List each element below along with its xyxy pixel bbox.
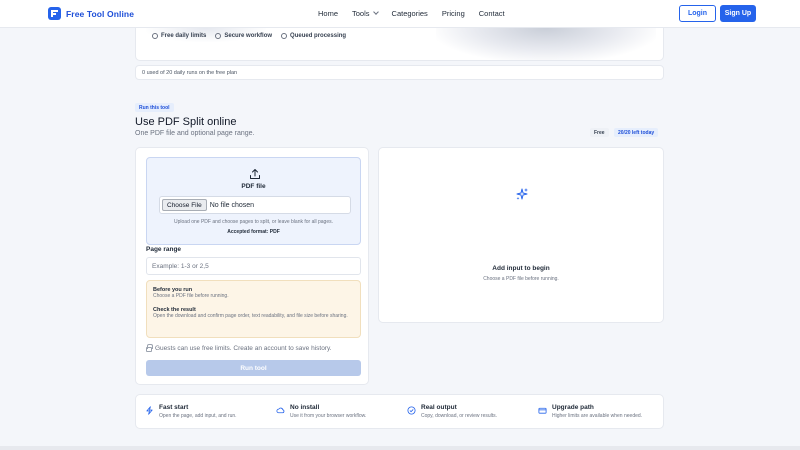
benefit-text: Higher limits are available when needed. xyxy=(552,413,643,419)
sparkles-icon xyxy=(516,188,528,200)
tip-text: Open the download and confirm page order… xyxy=(153,312,348,319)
benefit-text: Copy, download, or review results. xyxy=(421,413,498,419)
brand-mark-icon xyxy=(48,7,61,20)
chevron-down-icon xyxy=(372,9,379,15)
feature-item: Queued processing xyxy=(281,33,346,39)
signup-button[interactable]: Sign Up xyxy=(720,5,756,22)
upload-icon xyxy=(250,169,260,179)
benefit-title: No install xyxy=(290,404,320,411)
output-card: Add input to begin Choose a PDF file bef… xyxy=(378,147,664,323)
nav-item-contact[interactable]: Contact xyxy=(479,9,505,18)
top-nav: Free Tool Online Home Tools Categories P… xyxy=(0,0,800,28)
plan-badge: Free xyxy=(590,128,609,137)
feature-label: Free daily limits xyxy=(161,33,207,39)
file-dropzone[interactable]: PDF file Choose File No file chosen Uplo… xyxy=(146,157,361,245)
brand-name: Free Tool Online xyxy=(66,8,135,19)
page-title: Use PDF Split online xyxy=(135,116,237,128)
cloud-icon xyxy=(276,407,285,414)
lightning-icon xyxy=(146,406,153,415)
page-subtitle: One PDF file and optional page range. xyxy=(135,130,255,137)
choose-file-button[interactable]: Choose File xyxy=(162,199,207,211)
file-field-label: PDF file xyxy=(241,183,266,190)
remaining-badge: 20/20 left today xyxy=(614,128,659,137)
feature-item: Secure workflow xyxy=(215,33,272,39)
feature-item: Free daily limits xyxy=(152,33,206,39)
benefit-title: Upgrade path xyxy=(552,404,594,411)
main-menu: Home Tools Categories Pricing Contact xyxy=(318,9,519,18)
feature-label: Secure workflow xyxy=(224,33,273,39)
login-button[interactable]: Login xyxy=(679,5,716,22)
guest-notice: Guests can use free limits. Create an ac… xyxy=(146,344,332,352)
run-tool-button[interactable]: Run tool xyxy=(146,360,361,376)
brand-logo[interactable]: Free Tool Online xyxy=(48,7,134,20)
benefit-title: Real output xyxy=(421,404,457,411)
check-circle-icon xyxy=(407,406,416,415)
benefit-text: Use it from your browser workflow. xyxy=(290,413,367,419)
benefit-item: No install Use it from your browser workf… xyxy=(276,404,366,419)
empty-state-text: Choose a PDF file before running. xyxy=(483,276,559,282)
shield-icon xyxy=(215,33,222,39)
benefit-item: Upgrade path Higher limits are available … xyxy=(538,404,642,419)
file-status: No file chosen xyxy=(209,201,255,209)
footer-edge xyxy=(0,446,800,450)
nav-item-tools-label: Tools xyxy=(352,9,370,18)
nav-item-home[interactable]: Home xyxy=(318,9,338,18)
input-card: PDF file Choose File No file chosen Uplo… xyxy=(135,147,369,385)
guest-notice-text: Guests can use free limits. Create an ac… xyxy=(155,345,332,352)
benefit-item: Real output Copy, download, or review res… xyxy=(407,404,497,419)
nav-item-tools[interactable]: Tools xyxy=(352,9,379,18)
card-icon xyxy=(538,407,547,414)
clock-icon xyxy=(281,33,288,39)
lock-icon xyxy=(146,344,153,352)
benefit-title: Fast start xyxy=(159,404,189,411)
file-format-text: Accepted format: PDF xyxy=(227,229,280,235)
usage-bar: 0 used of 20 daily runs on the free plan xyxy=(135,65,664,80)
empty-state-title: Add input to begin xyxy=(492,265,550,272)
benefit-text: Open the page, add input, and run. xyxy=(159,413,237,419)
hero-features: Free daily limits Secure workflow Queued… xyxy=(152,33,346,39)
file-input[interactable]: Choose File No file chosen xyxy=(159,196,351,214)
page-range-label: Page range xyxy=(146,246,182,253)
hero-panel: Free daily limits Secure workflow Queued… xyxy=(135,28,664,61)
file-help-text: Upload one PDF and choose pages to split… xyxy=(174,219,333,225)
nav-item-pricing[interactable]: Pricing xyxy=(442,9,465,18)
run-tool-badge: Run this tool xyxy=(135,103,174,112)
hero-shadow-right xyxy=(436,28,656,60)
tip-text: Choose a PDF file before running. xyxy=(153,293,229,299)
feature-label: Queued processing xyxy=(290,33,347,39)
benefit-item: Fast start Open the page, add input, and … xyxy=(145,404,237,419)
nav-item-categories[interactable]: Categories xyxy=(392,9,428,18)
benefits-strip: Fast start Open the page, add input, and … xyxy=(135,394,664,429)
page-range-input[interactable]: Example: 1-3 or 2,5 xyxy=(146,257,361,275)
check-circle-icon xyxy=(152,33,158,39)
run-tips-box: Before you run Choose a PDF file before … xyxy=(146,280,361,338)
